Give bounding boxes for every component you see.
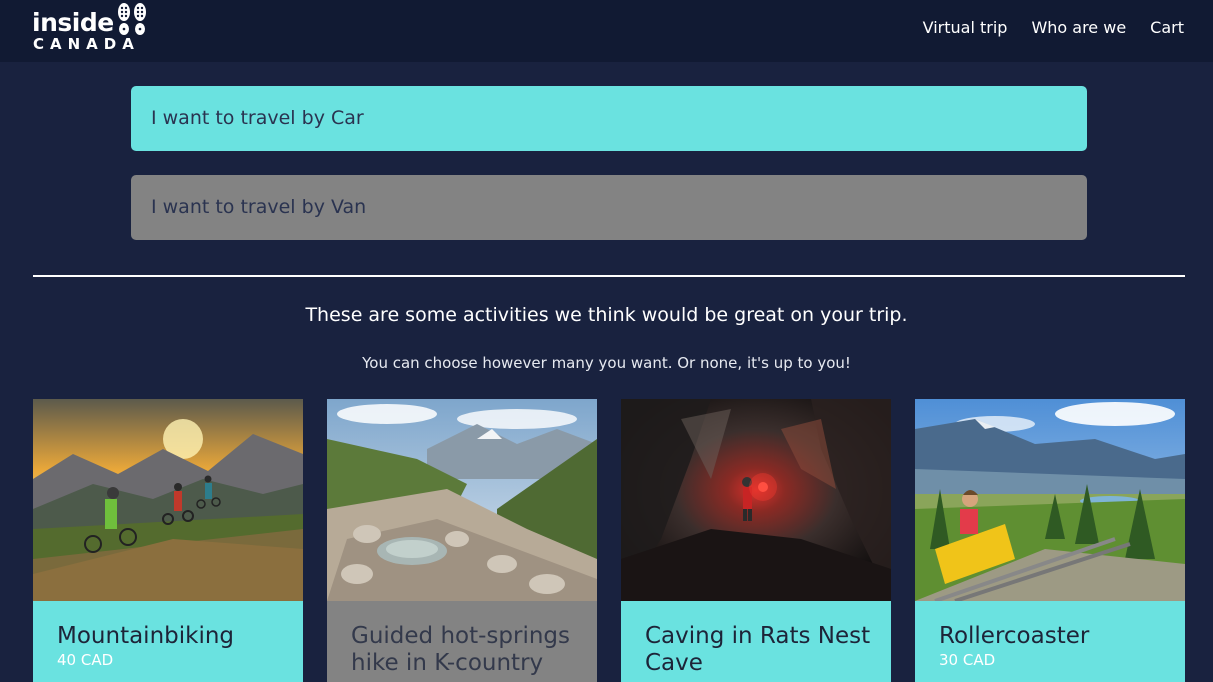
activity-card-body: Rollercoaster 30 CAD: [915, 601, 1185, 682]
activity-card-body: Guided hot-springs hike in K-country: [327, 601, 597, 682]
activity-card-caving[interactable]: Caving in Rats Nest Cave: [621, 399, 891, 682]
activity-card-body: Mountainbiking 40 CAD: [33, 601, 303, 682]
section-divider: [33, 275, 1185, 277]
activity-card-rollercoaster[interactable]: Rollercoaster 30 CAD: [915, 399, 1185, 682]
brand-logo[interactable]: inside CANADA: [32, 3, 152, 56]
boot-prints-icon: [118, 3, 146, 35]
nav-link-cart[interactable]: Cart: [1150, 17, 1184, 39]
mountain-bikers-at-sunset-photo: [33, 399, 303, 601]
hot-springs-mountain-valley-photo: [327, 399, 597, 601]
travel-option-car-button[interactable]: I want to travel by Car: [131, 86, 1087, 151]
navbar: inside CANADA Virtual trip Who are we Ca…: [0, 0, 1213, 62]
mountain-coaster-rider-photo: [915, 399, 1185, 601]
nav-links: Virtual trip Who are we Cart: [923, 17, 1184, 39]
brand-name-line2: CANADA: [33, 35, 140, 53]
activities-subline: You can choose however many you want. Or…: [362, 354, 851, 372]
activity-title: Mountainbiking: [57, 623, 235, 649]
nav-link-virtual-trip[interactable]: Virtual trip: [923, 17, 1008, 39]
travel-option-van-button[interactable]: I want to travel by Van: [131, 175, 1087, 240]
activity-card-mountainbiking[interactable]: Mountainbiking 40 CAD: [33, 399, 303, 682]
activity-title: Caving in Rats Nest Cave: [645, 623, 871, 676]
activity-price: 40 CAD: [57, 651, 114, 669]
nav-link-who-are-we[interactable]: Who are we: [1031, 17, 1126, 39]
activity-price: 30 CAD: [939, 651, 996, 669]
activity-title: Guided hot-springs hike in K-country: [351, 623, 571, 676]
activity-card-body: Caving in Rats Nest Cave: [621, 601, 891, 682]
cave-explorer-with-red-light-photo: [621, 399, 891, 601]
activities-headline: These are some activities we think would…: [305, 304, 908, 326]
activity-card-hot-springs-hike[interactable]: Guided hot-springs hike in K-country: [327, 399, 597, 682]
activity-title: Rollercoaster: [939, 623, 1090, 649]
brand-name-line1: inside: [32, 8, 114, 37]
